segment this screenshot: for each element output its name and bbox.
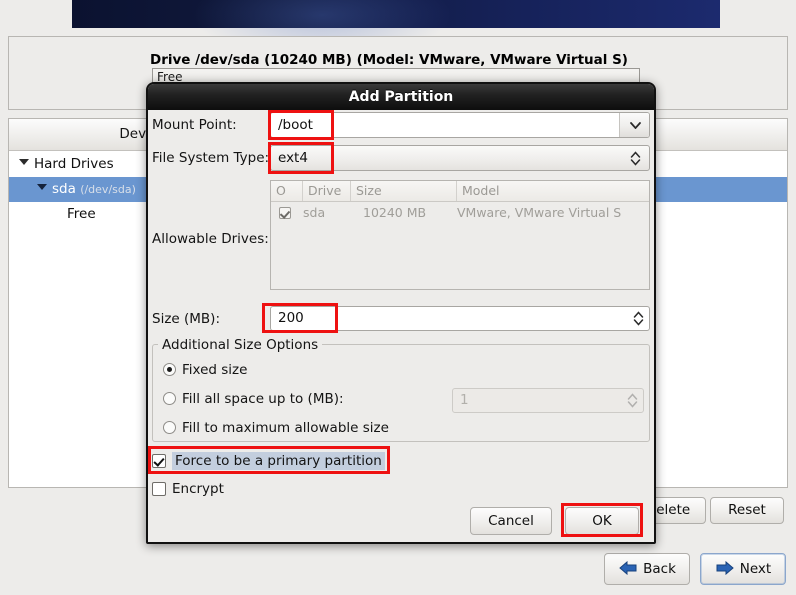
allowable-drives-header: O Drive Size Model	[271, 181, 649, 202]
file-system-type-value: ext4	[278, 150, 308, 166]
drive-model-cell: VMware, VMware Virtual S	[457, 205, 622, 220]
tree-row-sda-content: sda (/dev/sda)	[9, 181, 136, 197]
radio-fill-maximum[interactable]	[163, 421, 176, 434]
tree-row-label: sda	[52, 181, 76, 197]
tree-row-label: Free	[67, 206, 96, 222]
column-header-check[interactable]: O	[271, 181, 303, 201]
size-mb-label: Size (MB):	[152, 311, 220, 327]
tree-row-device-path: (/dev/sda)	[80, 183, 136, 196]
spinner-up-down-icon[interactable]	[633, 311, 644, 326]
mount-point-combobox[interactable]: /boot	[270, 112, 650, 138]
tree-row-label: Hard Drives	[34, 156, 114, 172]
dialog-titlebar: Add Partition	[148, 84, 654, 110]
drive-name-cell: sda	[303, 205, 326, 220]
file-system-type-label: File System Type:	[152, 150, 270, 166]
encrypt-label[interactable]: Encrypt	[172, 481, 224, 497]
encrypt-checkbox[interactable]	[152, 482, 166, 496]
allowable-drives-row[interactable]: sda 10240 MB VMware, VMware Virtual S	[271, 202, 649, 224]
reset-button[interactable]: Reset	[710, 497, 784, 524]
drive-size-cell: 10240 MB	[363, 205, 427, 220]
allowable-drives-label: Allowable Drives:	[152, 231, 269, 247]
arrow-right-icon	[715, 556, 735, 586]
arrow-left-icon	[618, 556, 638, 586]
back-button[interactable]: Back	[604, 553, 690, 585]
drive-title: Drive /dev/sda (10240 MB) (Model: VMware…	[150, 52, 628, 68]
radio-fill-all-space-label[interactable]: Fill all space up to (MB):	[182, 391, 344, 407]
chevron-down-icon[interactable]	[37, 182, 47, 192]
force-primary-label[interactable]: Force to be a primary partition	[172, 452, 385, 470]
installer-banner	[72, 0, 720, 60]
column-header-size[interactable]: Size	[351, 181, 457, 201]
next-button-label: Next	[739, 561, 772, 577]
next-button[interactable]: Next	[700, 553, 786, 585]
mount-point-label: Mount Point:	[152, 117, 237, 133]
radio-fill-all-space[interactable]	[163, 392, 176, 405]
file-system-type-select[interactable]: ext4	[270, 145, 650, 171]
back-button-label: Back	[643, 561, 676, 577]
cancel-button[interactable]: Cancel	[470, 507, 552, 535]
drive-checkbox-sda[interactable]	[279, 207, 291, 219]
fill-all-space-value: 1	[460, 392, 469, 408]
force-primary-checkbox[interactable]	[152, 454, 166, 468]
mount-point-dropdown-button[interactable]	[619, 113, 649, 137]
size-input[interactable]: 200	[270, 306, 650, 331]
radio-fixed-size-label[interactable]: Fixed size	[182, 362, 247, 378]
chevron-down-icon	[629, 122, 641, 129]
radio-fill-maximum-label[interactable]: Fill to maximum allowable size	[182, 420, 389, 436]
additional-size-options-label: Additional Size Options	[158, 337, 323, 353]
up-down-arrows-icon[interactable]	[630, 151, 641, 166]
column-header-drive[interactable]: Drive	[303, 181, 351, 201]
radio-fixed-size[interactable]	[163, 363, 176, 376]
mount-point-value: /boot	[278, 117, 313, 133]
ok-button[interactable]: OK	[565, 507, 639, 535]
spinner-up-down-icon	[627, 393, 638, 408]
tree-row-hard-drives-content: Hard Drives	[9, 156, 114, 172]
column-header-model[interactable]: Model	[457, 181, 649, 201]
chevron-down-icon[interactable]	[19, 157, 29, 167]
allowable-drives-list[interactable]: O Drive Size Model sda 10240 MB VMware, …	[270, 180, 650, 290]
fill-all-space-input: 1	[452, 388, 644, 413]
size-value: 200	[278, 310, 304, 326]
